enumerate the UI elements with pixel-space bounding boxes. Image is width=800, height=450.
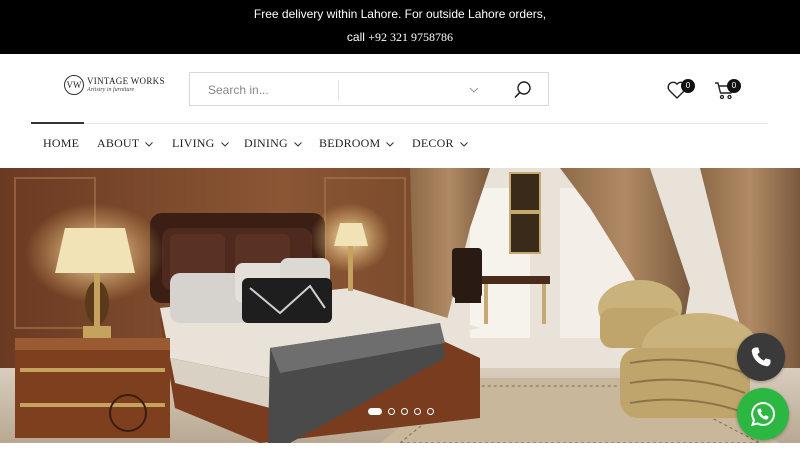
phone-icon xyxy=(751,347,771,367)
wishlist-count-badge: 0 xyxy=(681,79,695,93)
hero-bedroom-image xyxy=(0,168,800,443)
whatsapp-icon xyxy=(750,401,775,427)
nav-divider xyxy=(31,123,768,124)
nav-item-label: LIVING xyxy=(172,136,215,150)
chevron-down-icon xyxy=(459,141,468,147)
chevron-down-icon xyxy=(145,141,154,147)
nav-item-dining[interactable]: DINING xyxy=(244,136,302,151)
category-chevron-down-icon[interactable] xyxy=(469,85,479,95)
nav-item-label: DINING xyxy=(244,136,288,150)
search-bar xyxy=(189,72,549,106)
nav-item-bedroom[interactable]: BEDROOM xyxy=(319,136,395,151)
chevron-down-icon xyxy=(294,141,302,147)
logo-tagline: Artistry in furniture xyxy=(87,87,135,93)
logo-mark: VW xyxy=(64,75,84,95)
nav-item-decor[interactable]: DECOR xyxy=(412,136,468,151)
announcement-line-2: call +92 321 9758786 xyxy=(0,30,800,45)
nav-item-label: BEDROOM xyxy=(319,136,381,150)
chevron-down-icon xyxy=(220,141,229,147)
nav-item-label: HOME xyxy=(43,136,80,150)
chevron-down-icon xyxy=(386,141,395,147)
slider-dot-1[interactable] xyxy=(368,407,382,415)
slider-pagination xyxy=(368,406,440,416)
nav-item-living[interactable]: LIVING xyxy=(172,136,229,151)
nav-item-label: ABOUT xyxy=(97,136,140,150)
nav-item-home[interactable]: HOME xyxy=(43,136,79,151)
site-logo[interactable]: VW VINTAGE WORKS Artistry in furniture xyxy=(64,74,176,96)
logo-name: VINTAGE WORKS xyxy=(87,76,165,86)
nav-item-about[interactable]: ABOUT xyxy=(97,136,154,151)
main-nav: HOME ABOUT LIVING DINING BEDROOM DECOR xyxy=(0,136,800,156)
search-divider xyxy=(338,80,339,100)
call-button[interactable] xyxy=(737,333,785,381)
announcement-bar: Free delivery within Lahore. For outside… xyxy=(0,0,800,54)
announcement-phone-link[interactable]: +92 321 9758786 xyxy=(368,30,453,44)
cart-count-badge: 0 xyxy=(727,79,741,93)
announcement-call-text: call xyxy=(346,30,365,44)
search-icon[interactable] xyxy=(513,80,533,100)
nav-item-label: DECOR xyxy=(412,136,454,150)
announcement-line-1: Free delivery within Lahore. For outside… xyxy=(253,7,547,21)
slider-dot-3[interactable] xyxy=(401,407,408,415)
logo-text: VINTAGE WORKS Artistry in furniture xyxy=(87,76,165,94)
slider-dot-2[interactable] xyxy=(388,407,395,415)
nav-active-indicator xyxy=(31,122,84,124)
slider-dot-5[interactable] xyxy=(427,407,434,415)
search-input[interactable] xyxy=(208,81,328,99)
whatsapp-button[interactable] xyxy=(737,388,789,440)
slider-dot-4[interactable] xyxy=(414,407,421,415)
hero-slider[interactable] xyxy=(0,168,800,443)
